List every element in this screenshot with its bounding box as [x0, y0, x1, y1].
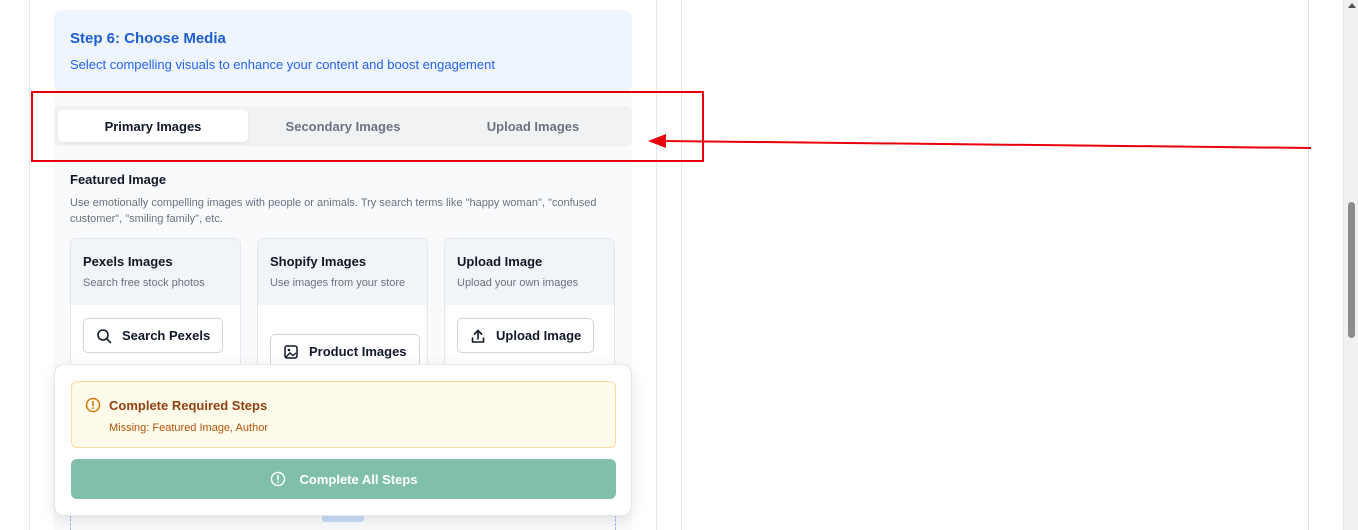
- pexels-card-subtitle: Search free stock photos: [83, 277, 205, 289]
- shopify-card-header: Shopify Images Use images from your stor…: [258, 239, 427, 305]
- warning-message: Missing: Featured Image, Author: [109, 422, 268, 434]
- pexels-card-header: Pexels Images Search free stock photos: [71, 239, 240, 305]
- right-divider: [1308, 0, 1309, 530]
- step-title: Step 6: Choose Media: [70, 30, 226, 47]
- upload-card: Upload Image Upload your own images Uplo…: [444, 238, 615, 370]
- upload-icon: [471, 329, 485, 343]
- left-divider: [29, 0, 30, 530]
- pexels-card: Pexels Images Search free stock photos S…: [70, 238, 241, 370]
- scroll-up-arrow-icon[interactable]: [1348, 3, 1356, 8]
- complete-all-steps-label: Complete All Steps: [299, 471, 418, 487]
- annotation-highlight-box: [31, 91, 704, 162]
- product-images-label: Product Images: [309, 344, 407, 359]
- completion-footer: Complete Required Steps Missing: Feature…: [54, 364, 632, 516]
- step-header: Step 6: Choose Media Select compelling v…: [54, 10, 632, 92]
- scroll-thumb[interactable]: [1348, 202, 1355, 338]
- shopify-card-subtitle: Use images from your store: [270, 277, 406, 289]
- upload-image-button[interactable]: Upload Image: [457, 318, 595, 353]
- upload-image-label: Upload Image: [496, 328, 582, 343]
- search-icon: [97, 328, 112, 343]
- search-pexels-button[interactable]: Search Pexels: [83, 318, 224, 353]
- panel-divider: [656, 0, 657, 530]
- complete-all-steps-button[interactable]: Complete All Steps: [71, 459, 616, 499]
- featured-image-title: Featured Image: [70, 172, 167, 187]
- vertical-scrollbar[interactable]: [1343, 0, 1358, 530]
- upload-card-header: Upload Image Upload your own images: [445, 239, 614, 305]
- pexels-card-title: Pexels Images: [83, 254, 173, 269]
- featured-image-description: Use emotionally compelling images with p…: [70, 197, 597, 225]
- alert-circle-icon: [270, 471, 285, 487]
- search-pexels-label: Search Pexels: [122, 328, 211, 343]
- shopify-card-title: Shopify Images: [270, 254, 367, 269]
- upload-card-title: Upload Image: [457, 254, 543, 269]
- image-icon: [284, 344, 298, 359]
- step-subtitle: Select compelling visuals to enhance you…: [70, 57, 495, 72]
- warning-title: Complete Required Steps: [109, 398, 268, 413]
- upload-card-subtitle: Upload your own images: [457, 277, 579, 289]
- shopify-card: Shopify Images Use images from your stor…: [257, 238, 428, 370]
- preview-panel-edge: [681, 0, 682, 530]
- page: Step 6: Choose Media Select compelling v…: [0, 0, 1358, 530]
- required-steps-warning: Complete Required Steps Missing: Feature…: [71, 381, 616, 448]
- alert-circle-icon: [85, 397, 101, 413]
